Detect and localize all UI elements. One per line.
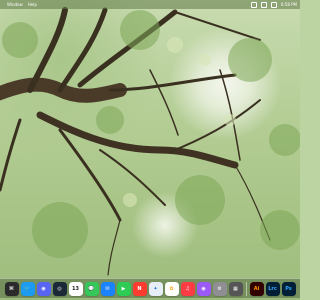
- desktop-wallpaper: [0, 0, 300, 300]
- dock-twitter-label: 🐦: [24, 285, 31, 292]
- menu-window[interactable]: Window: [7, 2, 23, 7]
- dock-twitter-icon[interactable]: 🐦: [20, 281, 35, 296]
- dock-news-icon[interactable]: N: [132, 281, 147, 296]
- dock-calendar-label: 13: [72, 285, 79, 292]
- dock-photoshop-label: Ps: [285, 285, 292, 292]
- dock-safari-label: ✦: [153, 285, 158, 292]
- dock-safari-icon[interactable]: ✦: [148, 281, 163, 296]
- dock-separator: [245, 281, 247, 296]
- dock-launchpad-icon[interactable]: ⌘: [4, 281, 19, 296]
- dock-facetime-icon[interactable]: ▶: [116, 281, 131, 296]
- dock-podcasts-icon[interactable]: ◉: [196, 281, 211, 296]
- dock-facetime-label: ▶: [121, 285, 126, 292]
- dock-messages-label: 💬: [88, 285, 95, 292]
- dock-mail-label: ✉: [105, 285, 110, 292]
- dock-files-label: ▦: [233, 285, 238, 292]
- dock-lightroom-classic-label: Lrc: [268, 285, 277, 292]
- dock-steam-icon[interactable]: ◎: [52, 281, 67, 296]
- dock-steam-label: ◎: [57, 285, 62, 292]
- dock-news-label: N: [137, 285, 142, 292]
- dock-illustrator-icon[interactable]: Ai: [249, 281, 264, 296]
- app-menus: Window Help: [7, 2, 37, 7]
- dock-photos-label: ✿: [169, 285, 174, 292]
- battery-icon[interactable]: [270, 1, 277, 8]
- dock-photoshop-icon[interactable]: Ps: [281, 281, 296, 296]
- dock-discord-icon[interactable]: ◉: [36, 281, 51, 296]
- wifi-icon[interactable]: [260, 1, 267, 8]
- menu-help[interactable]: Help: [28, 2, 37, 7]
- dock-files-icon[interactable]: ▦: [228, 281, 243, 296]
- dock-launchpad-label: ⌘: [9, 285, 14, 292]
- dock-mail-icon[interactable]: ✉: [100, 281, 115, 296]
- dock-calendar-icon[interactable]: 13: [68, 281, 83, 296]
- tree-canopy-illustration: [0, 7, 300, 276]
- dock: ⌘ 🐦 ◉ ◎ 13 💬 ✉ ▶ N ✦ ✿ ♫ ◉ ⚙ ▦ Ai Lrc Ps: [0, 278, 300, 298]
- dock-system-settings-icon[interactable]: ⚙: [212, 281, 227, 296]
- dock-discord-label: ◉: [41, 285, 46, 292]
- dock-music-label: ♫: [185, 285, 190, 292]
- dock-system-settings-label: ⚙: [217, 285, 222, 292]
- menu-clock[interactable]: 6:58 PM: [281, 2, 297, 7]
- dock-photos-icon[interactable]: ✿: [164, 281, 179, 296]
- dock-music-icon[interactable]: ♫: [180, 281, 195, 296]
- dock-illustrator-label: Ai: [253, 285, 260, 292]
- menu-bar: Window Help 6:58 PM: [0, 0, 300, 9]
- dock-podcasts-label: ◉: [201, 285, 206, 292]
- status-menus: 6:58 PM: [250, 1, 297, 8]
- dock-messages-icon[interactable]: 💬: [84, 281, 99, 296]
- control-center-icon[interactable]: [250, 1, 257, 8]
- dock-lightroom-classic-icon[interactable]: Lrc: [265, 281, 280, 296]
